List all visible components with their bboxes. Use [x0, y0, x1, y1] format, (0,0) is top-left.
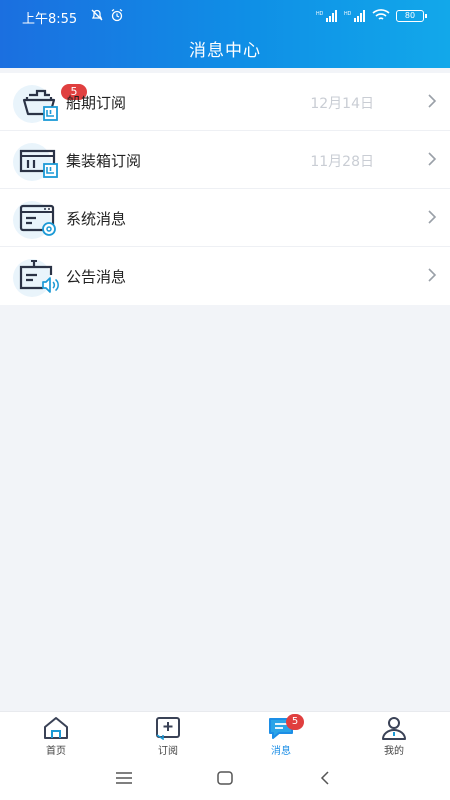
menu-icon[interactable] [115, 771, 133, 785]
mute-bell-icon [91, 9, 103, 21]
tab-label: 订阅 [158, 746, 178, 757]
message-item-label: 公告消息 [66, 268, 127, 286]
signal-2-icon: HD [344, 9, 365, 22]
message-list: 5 船期订阅 12月14日 集装箱订阅 11月28日 系统消息 公告消息 [0, 73, 450, 305]
tab-subscribe[interactable]: 订阅 [138, 716, 198, 757]
back-icon[interactable] [319, 770, 331, 786]
alarm-icon [111, 8, 123, 22]
svg-text:HD: HD [344, 11, 352, 17]
message-item-date: 11月28日 [310, 154, 374, 170]
message-item-ship-schedule[interactable]: 5 船期订阅 12月14日 [0, 73, 450, 131]
tab-profile[interactable]: 我的 [364, 716, 424, 757]
tab-messages[interactable]: 5 消息 [251, 714, 311, 757]
system-settings-icon [19, 204, 56, 236]
chevron-right-icon [428, 210, 437, 224]
home-button-icon[interactable] [216, 770, 234, 786]
announcement-icon [19, 260, 59, 293]
tab-label: 我的 [384, 746, 404, 757]
message-item-system[interactable]: 系统消息 [0, 189, 450, 247]
subscribe-icon [156, 717, 180, 740]
chevron-right-icon [428, 94, 437, 108]
signal-1-icon: HD [316, 9, 337, 22]
message-item-label: 集装箱订阅 [66, 152, 142, 170]
home-icon [44, 717, 68, 739]
message-item-container[interactable]: 集装箱订阅 11月28日 [0, 131, 450, 189]
status-time: 上午8:55 [22, 12, 78, 27]
message-item-label: 船期订阅 [66, 94, 127, 112]
system-navigation-bar [0, 759, 450, 800]
message-item-announcement[interactable]: 公告消息 [0, 247, 450, 305]
wifi-icon [372, 9, 390, 20]
tab-label: 消息 [271, 746, 291, 757]
tab-home[interactable]: 首页 [26, 716, 86, 757]
message-item-label: 系统消息 [66, 210, 127, 228]
profile-icon [382, 717, 406, 740]
tab-label: 首页 [46, 746, 66, 757]
tab-badge: 5 [286, 714, 304, 730]
svg-text:HD: HD [316, 11, 324, 17]
chevron-right-icon [428, 152, 437, 166]
page-title: 消息中心 [189, 41, 261, 61]
chevron-right-icon [428, 268, 437, 282]
ship-icon [22, 89, 58, 121]
bottom-tab-bar: 首页 订阅 5 消息 我的 [0, 711, 450, 759]
status-bar: 上午8:55 HD HD 80 [0, 0, 450, 32]
message-item-date: 12月14日 [310, 96, 374, 112]
battery-icon: 80 [396, 9, 427, 22]
container-icon [19, 149, 58, 178]
header: 上午8:55 HD HD 80 消息中心 [0, 0, 450, 68]
